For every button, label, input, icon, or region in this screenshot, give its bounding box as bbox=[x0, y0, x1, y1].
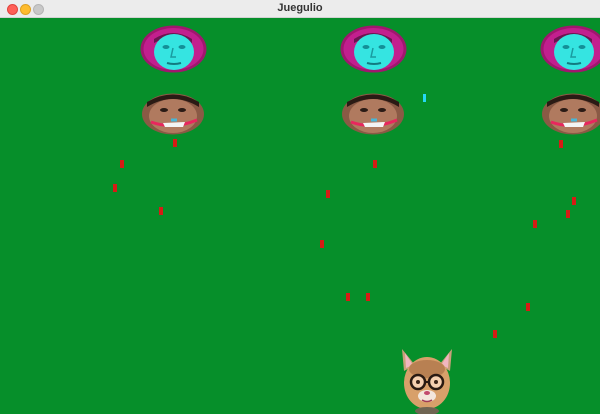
enemy-bullet bbox=[559, 140, 563, 148]
enemy-bullet bbox=[572, 197, 576, 205]
grinning-face-icon bbox=[342, 93, 404, 135]
enemy-bullet bbox=[320, 240, 324, 248]
cyan-face-icon bbox=[340, 25, 407, 73]
grinning-face-enemy-3 bbox=[542, 93, 600, 135]
grinning-face-icon bbox=[542, 93, 600, 135]
player-sprite[interactable] bbox=[398, 347, 456, 414]
enemy-bullet bbox=[526, 303, 530, 311]
grinning-face-icon bbox=[142, 93, 204, 135]
enemy-bullet bbox=[533, 220, 537, 228]
enemy-bullet bbox=[566, 210, 570, 218]
enemy-bullet bbox=[373, 160, 377, 168]
enemy-bullet bbox=[159, 207, 163, 215]
game-field[interactable] bbox=[0, 18, 600, 414]
cat-eared-face-icon bbox=[402, 349, 452, 414]
cyan-face-enemy-3 bbox=[540, 25, 600, 73]
enemy-bullet bbox=[346, 293, 350, 301]
cyan-face-icon bbox=[540, 25, 600, 73]
cyan-face-enemy-1 bbox=[140, 25, 207, 73]
grinning-face-enemy-2 bbox=[342, 93, 404, 135]
enemy-bullet bbox=[366, 293, 370, 301]
cyan-face-icon bbox=[140, 25, 207, 73]
player-shot bbox=[423, 94, 426, 102]
enemy-bullet bbox=[493, 330, 497, 338]
title-bar: Juegulio bbox=[0, 0, 600, 18]
enemy-bullet bbox=[113, 184, 117, 192]
enemy-bullet bbox=[120, 160, 124, 168]
enemy-bullet bbox=[173, 139, 177, 147]
window-title: Juegulio bbox=[277, 2, 323, 14]
grinning-face-enemy-1 bbox=[142, 93, 204, 135]
cyan-face-enemy-2 bbox=[340, 25, 407, 73]
enemy-bullet bbox=[326, 190, 330, 198]
game-window: Juegulio bbox=[0, 0, 600, 414]
